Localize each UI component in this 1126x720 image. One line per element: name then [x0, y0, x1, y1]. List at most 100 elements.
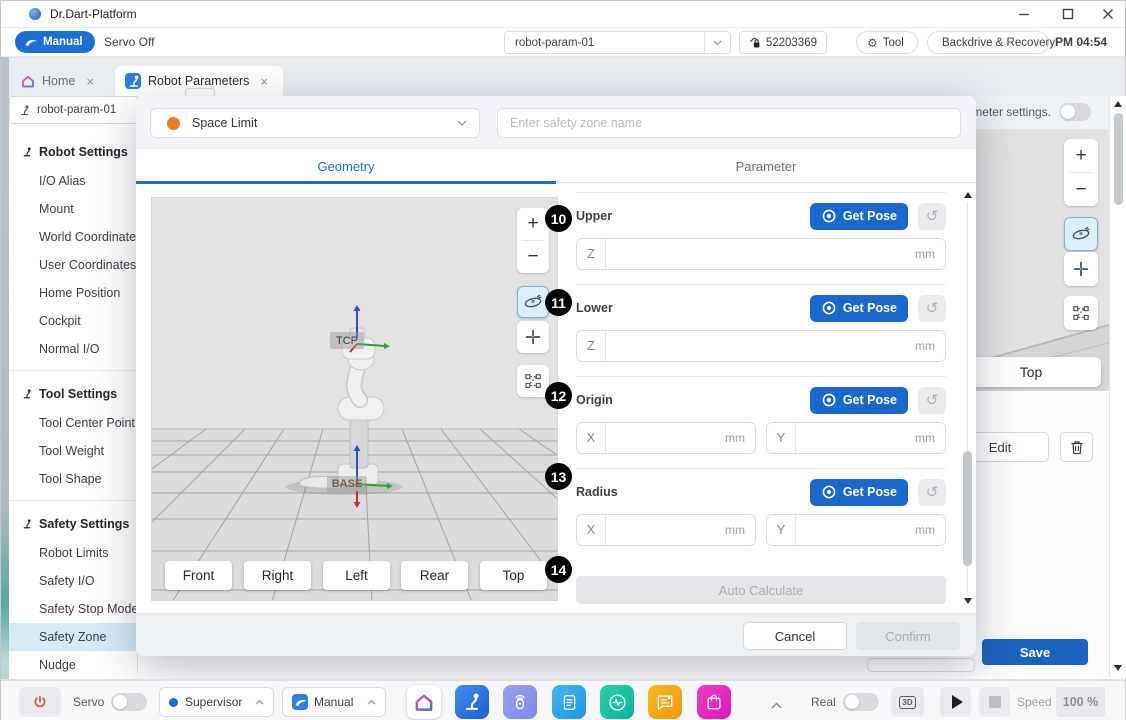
- upper-z-input[interactable]: [606, 240, 915, 268]
- sidebar-item-cockpit[interactable]: Cockpit: [9, 307, 138, 335]
- sidebar-item-normal-io[interactable]: Normal I/O: [9, 335, 138, 363]
- measure-button[interactable]: [517, 365, 549, 397]
- zone-type-select[interactable]: Space Limit: [150, 108, 480, 138]
- stop-button[interactable]: [979, 687, 1010, 717]
- origin-y-input[interactable]: [796, 424, 915, 452]
- confirm-button[interactable]: Confirm: [856, 622, 960, 650]
- view-rear-button[interactable]: Rear: [401, 561, 468, 590]
- delete-button[interactable]: [1060, 432, 1093, 462]
- get-pose-label: Get Pose: [843, 209, 897, 223]
- tab-parameter[interactable]: Parameter: [556, 149, 976, 183]
- mode-manual-button[interactable]: Manual: [15, 31, 95, 53]
- scrollbar-thumb[interactable]: [963, 451, 972, 566]
- section-title: Robot Settings: [39, 145, 128, 159]
- view-left-button[interactable]: Left: [323, 561, 390, 590]
- sidebar-item-user-coordinates[interactable]: User Coordinates: [9, 251, 138, 279]
- form-section-radius: Radius Get Pose ↺ X mm: [576, 469, 946, 560]
- app-message-icon[interactable]: [648, 685, 682, 719]
- radius-x-input[interactable]: [606, 516, 725, 544]
- zone-3d-viewport[interactable]: TCP BASE + − Front Right Left Rear Top: [151, 197, 558, 601]
- robot-select[interactable]: robot-param-01: [504, 31, 731, 54]
- sidebar-device-selector[interactable]: robot-param-01: [9, 96, 138, 124]
- upper-reset-button[interactable]: ↺: [918, 203, 946, 230]
- tab-home[interactable]: Home ×: [11, 66, 107, 96]
- sim-3d-button[interactable]: 3D: [891, 687, 924, 717]
- scrollbar-thumb[interactable]: [1114, 113, 1123, 205]
- lower-z-field: Z mm: [576, 330, 946, 362]
- bg-pan-view-button[interactable]: [1064, 252, 1098, 286]
- sidebar-item-robot-limits[interactable]: Robot Limits: [9, 539, 138, 567]
- lower-get-pose-button[interactable]: Get Pose: [810, 295, 908, 322]
- tool-button[interactable]: ⚙ Tool: [856, 31, 918, 54]
- tab-robot-parameters-close-icon[interactable]: ×: [260, 74, 268, 89]
- scroll-down-icon[interactable]: [964, 598, 972, 604]
- zoom-in-button[interactable]: +: [517, 208, 549, 240]
- bg-zoom-out-button[interactable]: −: [1064, 173, 1098, 206]
- sidebar-item-tool-center-point[interactable]: Tool Center Point: [9, 409, 138, 437]
- view-right-button[interactable]: Right: [244, 561, 311, 590]
- scroll-down-icon[interactable]: [1114, 665, 1122, 671]
- sidebar-item-tool-shape[interactable]: Tool Shape: [9, 465, 138, 493]
- play-button[interactable]: [940, 687, 971, 717]
- page-scrollbar[interactable]: [1109, 96, 1126, 677]
- origin-reset-button[interactable]: ↺: [918, 387, 946, 414]
- sidebar-item-home-position[interactable]: Home Position: [9, 279, 138, 307]
- app-home-icon[interactable]: [407, 685, 441, 719]
- bg-view-top-button[interactable]: Top: [961, 357, 1101, 387]
- tab-home-close-icon[interactable]: ×: [86, 74, 94, 89]
- real-toggle[interactable]: [843, 693, 879, 711]
- minimize-button[interactable]: [1007, 3, 1041, 25]
- sidebar-item-nudge[interactable]: Nudge: [9, 651, 138, 673]
- role-select[interactable]: Supervisor: [159, 687, 274, 717]
- apps-collapse-button[interactable]: [771, 696, 782, 714]
- power-button[interactable]: [19, 687, 61, 717]
- radius-y-input[interactable]: [796, 516, 915, 544]
- save-button[interactable]: Save: [982, 639, 1088, 665]
- zone-name-input[interactable]: [497, 108, 961, 138]
- sidebar-item-safety-io[interactable]: Safety I/O: [9, 567, 138, 595]
- lower-reset-button[interactable]: ↺: [918, 295, 946, 322]
- view-top-button[interactable]: Top: [480, 561, 547, 590]
- get-pose-icon: [821, 300, 837, 316]
- zoom-out-button[interactable]: −: [517, 241, 549, 273]
- radius-reset-button[interactable]: ↺: [918, 479, 946, 506]
- settings-toggle[interactable]: [1059, 103, 1091, 121]
- upper-get-pose-button[interactable]: Get Pose: [810, 203, 908, 230]
- bg-rotate-view-button[interactable]: [1064, 217, 1098, 251]
- view-front-button[interactable]: Front: [165, 561, 232, 590]
- cancel-button[interactable]: Cancel: [743, 622, 847, 650]
- origin-x-input[interactable]: [606, 424, 725, 452]
- app-task-icon[interactable]: [552, 685, 586, 719]
- backdrive-recovery-button[interactable]: Backdrive & Recovery: [927, 31, 1049, 54]
- bg-measure-button[interactable]: [1064, 296, 1098, 330]
- pan-view-button[interactable]: [517, 321, 549, 353]
- app-robot-params-icon[interactable]: [455, 685, 489, 719]
- app-monitor-icon[interactable]: [600, 685, 634, 719]
- origin-get-pose-button[interactable]: Get Pose: [810, 387, 908, 414]
- unit-label: mm: [725, 523, 755, 537]
- sidebar-section-safety-settings: Safety Settings: [9, 509, 138, 539]
- sidebar-item-world-coordinates[interactable]: World Coordinates: [9, 223, 138, 251]
- get-pose-label: Get Pose: [843, 301, 897, 315]
- auto-calculate-button[interactable]: Auto Calculate: [576, 576, 946, 604]
- sidebar-item-io-alias[interactable]: I/O Alias: [9, 167, 138, 195]
- lower-z-input[interactable]: [606, 332, 915, 360]
- scroll-up-icon[interactable]: [964, 192, 972, 198]
- scroll-up-icon[interactable]: [1114, 101, 1122, 107]
- app-remote-icon[interactable]: [503, 685, 537, 719]
- bg-zoom-in-button[interactable]: +: [1064, 139, 1098, 172]
- chevron-down-icon: [457, 120, 467, 127]
- sidebar-item-tool-weight[interactable]: Tool Weight: [9, 437, 138, 465]
- form-scrollbar[interactable]: [962, 192, 974, 604]
- tab-geometry[interactable]: Geometry: [136, 149, 556, 183]
- close-button[interactable]: [1091, 3, 1125, 25]
- app-store-icon[interactable]: [697, 685, 731, 719]
- radius-get-pose-button[interactable]: Get Pose: [810, 479, 908, 506]
- mode-select[interactable]: Manual: [282, 687, 386, 717]
- sidebar-item-safety-zone[interactable]: Safety Zone: [9, 623, 138, 651]
- sidebar-item-mount[interactable]: Mount: [9, 195, 138, 223]
- maximize-button[interactable]: [1051, 3, 1085, 25]
- sidebar-item-safety-stop-modes[interactable]: Safety Stop Modes: [9, 595, 138, 623]
- speed-value[interactable]: 100 %: [1056, 687, 1105, 717]
- servo-toggle[interactable]: [111, 693, 147, 711]
